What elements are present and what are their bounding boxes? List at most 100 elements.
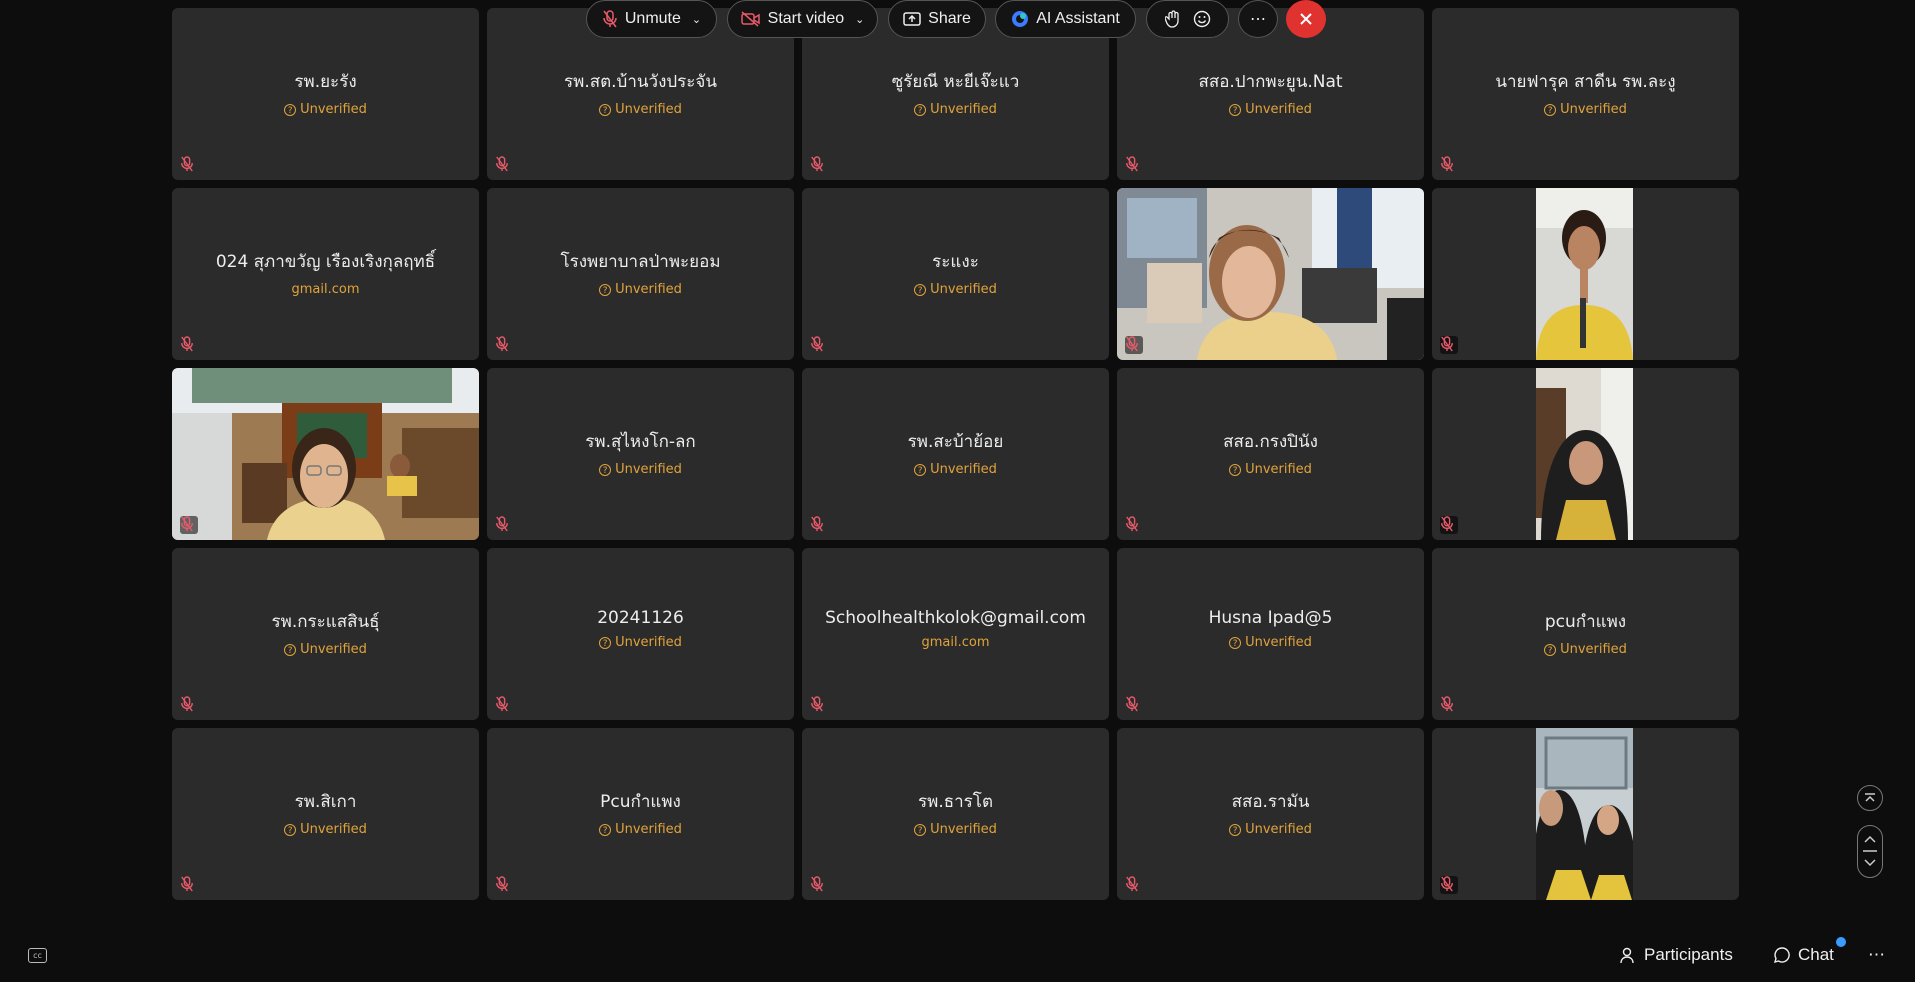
muted-mic-icon (495, 516, 513, 534)
unverified-icon: ? (1544, 103, 1557, 116)
participant-info: รพ.สะบ้าย้อย? Unverified (802, 428, 1109, 477)
participant-info: สสอ.รามัน? Unverified (1117, 788, 1424, 837)
participant-status-label: Unverified (930, 102, 997, 117)
participants-button[interactable]: Participants (1619, 945, 1733, 965)
scroll-to-top-button[interactable] (1857, 785, 1883, 811)
muted-mic-icon (1440, 516, 1458, 534)
participant-name: รพ.ธารโต (918, 792, 993, 812)
participant-tile[interactable]: Schoolhealthkolok@gmail.com gmail.com (802, 548, 1109, 720)
participant-info: รพ.สุไหงโก-ลก? Unverified (487, 428, 794, 477)
chat-bubble-icon (1773, 947, 1790, 964)
chat-button[interactable]: Chat (1773, 937, 1846, 965)
participant-tile[interactable]: Husna Ipad@5? Unverified (1117, 548, 1424, 720)
participant-status: ? Unverified (1432, 102, 1739, 117)
emoji-reaction-icon[interactable] (1193, 10, 1211, 28)
participant-status: ? Unverified (1432, 642, 1739, 657)
participant-tile[interactable]: 20241126? Unverified (487, 548, 794, 720)
participant-name: 024 สุภาขวัญ เรืองเริงกุลฤทธิ์ (215, 252, 436, 272)
participant-name: รพ.กระแสสินธุ์ (271, 612, 380, 632)
participant-status-label: Unverified (930, 282, 997, 297)
unmute-button[interactable]: Unmute ⌄ (586, 0, 717, 38)
participant-tile[interactable]: ระแงะ? Unverified (802, 188, 1109, 360)
unverified-icon: ? (914, 103, 927, 116)
share-label: Share (928, 10, 971, 27)
participant-tile[interactable]: รพ.สิเกา? Unverified (172, 728, 479, 900)
muted-mic-icon (495, 336, 513, 354)
chevron-down-icon[interactable]: ⌄ (692, 13, 701, 26)
muted-mic-icon (1125, 696, 1143, 714)
participant-name: ระแงะ (932, 252, 979, 272)
more-options-button[interactable]: ⋯ (1238, 0, 1278, 38)
participant-video (1536, 188, 1633, 360)
participant-video (1536, 728, 1633, 900)
participant-tile[interactable]: รพ.ธารโต ? Unverified (802, 728, 1109, 900)
raise-hand-icon[interactable] (1164, 10, 1181, 28)
participant-tile[interactable]: รพ.สะบ้าย้อย? Unverified (802, 368, 1109, 540)
share-button[interactable]: Share (888, 0, 986, 38)
unverified-icon: ? (599, 636, 612, 649)
muted-mic-icon (810, 696, 828, 714)
scroll-pager[interactable] (1857, 825, 1883, 878)
participant-tile[interactable]: Pcuกำแพง? Unverified (487, 728, 794, 900)
participant-info: รพ.สิเกา? Unverified (172, 788, 479, 837)
unverified-icon: ? (914, 823, 927, 836)
participant-video (172, 368, 479, 540)
participant-video-tile[interactable] (1432, 728, 1739, 900)
participant-status: ? Unverified (487, 462, 794, 477)
muted-mic-icon (180, 876, 198, 894)
participant-tile[interactable]: โรงพยาบาลป่าพะยอม? Unverified (487, 188, 794, 360)
overflow-menu-icon[interactable]: ⋯ (1868, 945, 1885, 965)
participant-info: นายฟารุค สาดีน รพ.ละงู ? Unverified (1432, 68, 1739, 117)
participant-status-label: Unverified (615, 635, 682, 650)
participant-name: Pcuกำแพง (600, 792, 681, 812)
captions-icon[interactable]: cc (28, 948, 47, 963)
muted-mic-icon (1125, 876, 1143, 894)
participant-status: ? Unverified (1117, 822, 1424, 837)
participant-tile[interactable]: pcuกำแพง? Unverified (1432, 548, 1739, 720)
participant-status-label: Unverified (1245, 462, 1312, 477)
participants-label: Participants (1644, 945, 1733, 964)
unverified-icon: ? (284, 823, 297, 836)
participant-tile[interactable]: นายฟารุค สาดีน รพ.ละงู ? Unverified (1432, 8, 1739, 180)
participant-video-tile[interactable] (172, 368, 479, 540)
participant-info: Schoolhealthkolok@gmail.com gmail.com (802, 608, 1109, 650)
participant-info: รพ.ธารโต ? Unverified (802, 788, 1109, 837)
muted-mic-icon (180, 336, 198, 354)
participant-info: สสอ.ปากพะยูน.Nat? Unverified (1117, 68, 1424, 117)
muted-mic-icon (1440, 696, 1458, 714)
participant-status-label: gmail.com (291, 282, 360, 297)
participant-name: Schoolhealthkolok@gmail.com (825, 608, 1086, 628)
muted-mic-icon (180, 156, 198, 174)
ai-assistant-button[interactable]: AI Assistant (995, 0, 1136, 38)
unmute-label: Unmute (624, 10, 681, 27)
participant-video-tile[interactable] (1432, 188, 1739, 360)
more-icon: ⋯ (1250, 11, 1266, 28)
participant-tile[interactable]: รพ.กระแสสินธุ์? Unverified (172, 548, 479, 720)
muted-mic-icon (810, 156, 828, 174)
participant-status: gmail.com (172, 282, 479, 297)
participant-video-tile[interactable] (1432, 368, 1739, 540)
muted-mic-icon (1440, 336, 1458, 354)
participant-tile[interactable]: รพ.สุไหงโก-ลก? Unverified (487, 368, 794, 540)
participant-tile[interactable]: 024 สุภาขวัญ เรืองเริงกุลฤทธิ์ gmail.com (172, 188, 479, 360)
participant-video (1117, 188, 1424, 360)
reactions-group[interactable] (1146, 0, 1229, 38)
participant-name: รพ.สต.บ้านวังประจัน (564, 72, 717, 92)
participant-tile[interactable]: สสอ.กรงปินัง? Unverified (1117, 368, 1424, 540)
leave-meeting-button[interactable] (1286, 0, 1326, 38)
participant-grid: รพ.ยะรัง? Unverified รพ.สต.บ้านวังประจัน? U… (172, 8, 1739, 900)
participant-name: นายฟารุค สาดีน รพ.ละงู (1495, 72, 1676, 92)
start-video-label: Start video (767, 10, 845, 27)
participant-status: ? Unverified (802, 822, 1109, 837)
chevron-down-icon[interactable]: ⌄ (855, 13, 864, 26)
start-video-button[interactable]: Start video ⌄ (727, 0, 878, 38)
participant-name: รพ.สะบ้าย้อย (907, 432, 1004, 452)
participant-status-label: Unverified (615, 102, 682, 117)
participant-info: รพ.กระแสสินธุ์? Unverified (172, 608, 479, 657)
participant-video-tile[interactable] (1117, 188, 1424, 360)
participant-tile[interactable]: สสอ.รามัน? Unverified (1117, 728, 1424, 900)
participant-tile[interactable]: รพ.ยะรัง? Unverified (172, 8, 479, 180)
participant-status: ? Unverified (1117, 635, 1424, 650)
participant-status-label: Unverified (1560, 642, 1627, 657)
participant-status-label: Unverified (300, 822, 367, 837)
